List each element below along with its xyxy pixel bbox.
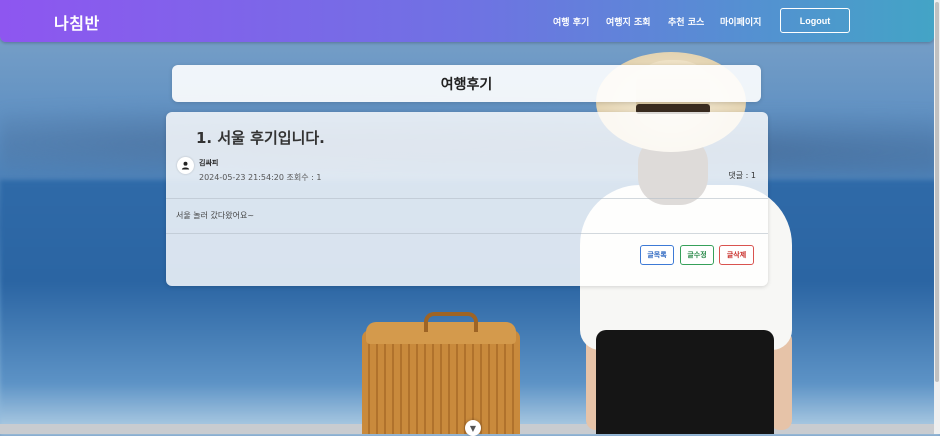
list-button[interactable]: 글목록 [640, 245, 674, 265]
nav-link-courses[interactable]: 추천 코스 [668, 15, 704, 28]
post-detail-card: 1. 서울 후기입니다. 김싸피 2024-05-23 21:54:20 조회수… [166, 112, 768, 286]
post-author: 김싸피 [199, 159, 219, 167]
background-basket [362, 330, 520, 434]
post-meta: 2024-05-23 21:54:20 조회수 : 1 [199, 173, 322, 182]
comment-count: 댓글 : 1 [728, 171, 756, 180]
top-navbar: 나침반 여행 후기 여행지 조회 추천 코스 마이페이지 Logout [0, 0, 934, 42]
background-basket-handle [424, 312, 478, 332]
brand-logo[interactable]: 나침반 [54, 10, 100, 34]
divider [166, 233, 768, 234]
logout-button[interactable]: Logout [780, 8, 850, 33]
divider [166, 198, 768, 199]
chevron-down-icon: ▼ [469, 423, 477, 433]
nav-link-destinations[interactable]: 여행지 조회 [606, 15, 651, 28]
edit-button[interactable]: 글수정 [680, 245, 714, 265]
background-figure-skirt [596, 330, 774, 434]
nav-link-mypage[interactable]: 마이페이지 [720, 15, 761, 28]
delete-button[interactable]: 글삭제 [719, 245, 754, 265]
person-icon [181, 161, 190, 170]
nav-link-reviews[interactable]: 여행 후기 [553, 15, 589, 28]
page-scrollbar-thumb[interactable] [935, 2, 939, 382]
post-title: 1. 서울 후기입니다. [196, 129, 325, 147]
page-title: 여행후기 [172, 65, 761, 102]
post-body: 서울 놀러 갔다왔어요~ [176, 211, 255, 220]
avatar [177, 157, 194, 174]
